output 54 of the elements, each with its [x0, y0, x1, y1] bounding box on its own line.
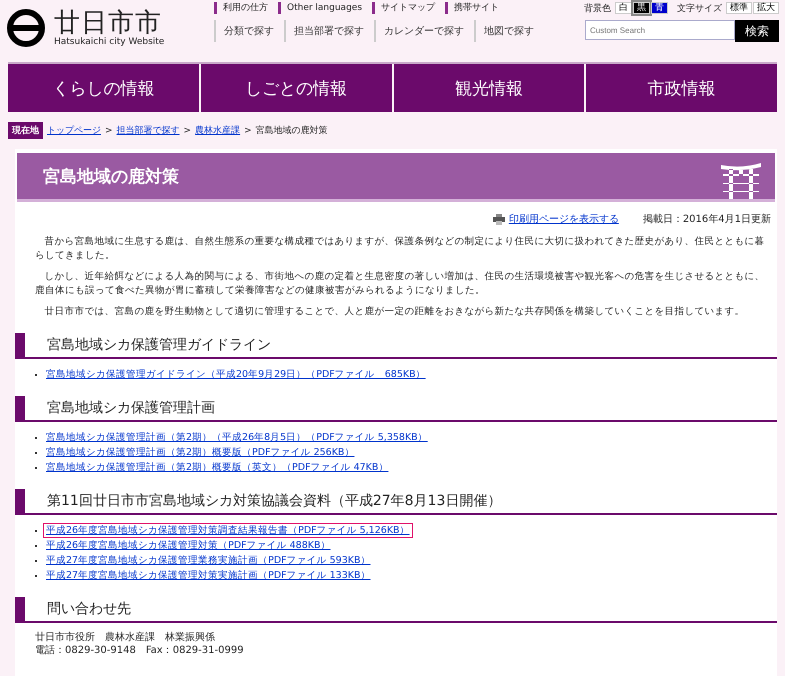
search-by-link[interactable]: カレンダーで探す	[374, 20, 472, 42]
breadcrumb-link[interactable]: 担当部署で探す	[116, 124, 180, 137]
current-location-label: 現在地	[8, 122, 43, 139]
background-color-label: 背景色	[584, 2, 612, 14]
section-heading: 宮島地域シカ保護管理ガイドライン	[15, 333, 777, 359]
background-color-button[interactable]: 青	[651, 2, 668, 14]
breadcrumb-separator: >	[244, 126, 252, 136]
utility-link[interactable]: 携帯サイト	[445, 2, 500, 14]
document-link[interactable]: 平成27年度宮島地域シカ保護管理業務実施計画（PDFファイル 593KB）	[43, 553, 374, 568]
text-size-button[interactable]: 標準	[726, 2, 752, 14]
main-nav-tab[interactable]: 観光情報	[394, 64, 584, 112]
section-heading: 問い合わせ先	[15, 597, 777, 623]
document-link[interactable]: 宮島地域シカ保護管理計画（第2期）（平成26年8月5日）（PDFファイル 5,358KB）	[43, 430, 431, 445]
torii-gate-icon	[719, 161, 763, 199]
body-paragraph: 昔から宮島地域に生息する鹿は、自然生態系の重要な構成種ではありますが、保護条例などの制定により住民に大切に扱われてきた歴史があり、住民とともに暮らしてきました。	[35, 235, 766, 263]
body-paragraph: しかし、近年給餌などによる人為的関与による、市街地への鹿の定着と生息密度の著しい増加は、住民の生活環境被害や観光客への危害を生じさせるとともに、鹿自体にも誤って食べた異物が胃に蓄積して栄養障害などの健康被害がみられるようになりました。	[35, 270, 766, 298]
body-paragraph: 廿日市市では、宮島の鹿を野生動物として適切に管理することで、人と鹿が一定の距離をおきながら新たな共存関係を構築していくことを目指しています。	[44, 305, 746, 319]
document-link[interactable]: 宮島地域シカ保護管理ガイドライン（平成20年9月29日）（PDFファイル 685KB）	[43, 367, 429, 382]
main-nav-tab[interactable]: 市政情報	[586, 64, 777, 112]
document-link[interactable]: 平成27年度宮島地域シカ保護管理対策実施計画（PDFファイル 133KB）	[43, 568, 374, 583]
breadcrumb-separator: >	[184, 126, 192, 136]
search-button[interactable]: 検索	[735, 20, 779, 42]
utility-link[interactable]: サイトマップ	[372, 2, 436, 14]
main-nav-tab[interactable]: くらしの情報	[8, 64, 199, 112]
background-color-button[interactable]: 黒	[633, 2, 650, 14]
document-link[interactable]: 宮島地域シカ保護管理計画（第2期）概要版（PDFファイル 256KB）	[43, 445, 358, 460]
search-by-link[interactable]: 分類で探す	[214, 20, 282, 42]
document-link[interactable]: 平成26年度宮島地域シカ保護管理対策（PDFファイル 488KB）	[43, 538, 334, 553]
posted-date: 掲載日：2016年4月1日更新	[642, 212, 771, 226]
background-color-button[interactable]: 白	[615, 2, 632, 14]
search-by-link[interactable]: 担当部署で探す	[284, 20, 372, 42]
city-emblem-icon	[6, 8, 46, 48]
printer-icon	[492, 214, 505, 224]
site-logo-title[interactable]: 廿日市市	[54, 9, 164, 37]
page-title: 宮島地域の鹿対策	[43, 166, 179, 188]
search-by-link[interactable]: 地図で探す	[474, 20, 542, 42]
site-logo-subtitle: Hatsukaichi city Website	[54, 37, 164, 47]
document-link[interactable]: 宮島地域シカ保護管理計画（第2期）概要版（英文）（PDFファイル 47KB）	[43, 460, 392, 475]
contact-text: 電話：0829-30-9148 Fax：0829-31-0999	[35, 644, 245, 657]
utility-link[interactable]: Other languages	[278, 2, 362, 14]
breadcrumb-separator: >	[105, 126, 113, 136]
section-heading: 宮島地域シカ保護管理計画	[15, 396, 777, 422]
contact-text: 廿日市市役所 農林水産課 林業振興係	[35, 631, 216, 644]
text-size-button[interactable]: 拡大	[753, 2, 779, 14]
utility-link[interactable]: 利用の仕方	[214, 2, 268, 14]
search-field[interactable]: Custom Search	[585, 20, 735, 40]
text-size-label: 文字サイズ	[677, 2, 723, 14]
breadcrumb-link[interactable]: 農林水産課	[195, 124, 240, 137]
print-page-link[interactable]: 印刷用ページを表示する	[508, 212, 619, 226]
breadcrumb-current: 宮島地域の鹿対策	[256, 124, 328, 137]
main-nav-tab[interactable]: しごとの情報	[200, 64, 392, 112]
section-heading: 第11回廿日市市宮島地域シカ対策協議会資料（平成27年8月13日開催）	[15, 489, 777, 515]
breadcrumb-link[interactable]: トップページ	[47, 124, 101, 137]
document-link[interactable]: 平成26年度宮島地域シカ保護管理対策調査結果報告書（PDFファイル 5,126KB）	[43, 523, 413, 538]
